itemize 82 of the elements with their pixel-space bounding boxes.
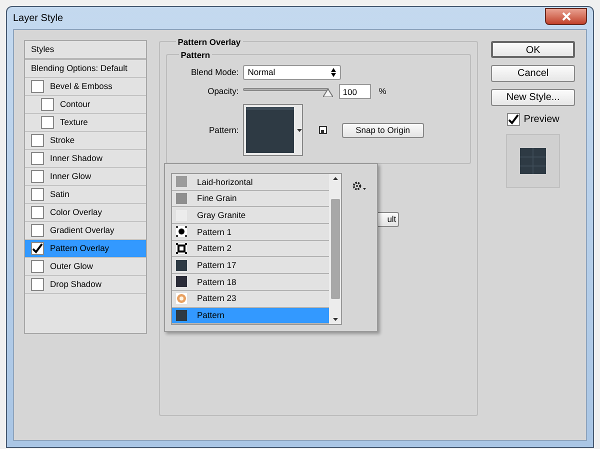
style-item[interactable]: Pattern Overlay	[25, 240, 146, 258]
field-label: Pattern:	[208, 124, 239, 136]
pattern-item[interactable]: Laid-horizontal	[172, 174, 329, 191]
opacity-field[interactable]: 100	[338, 84, 371, 99]
scroll-down-icon[interactable]	[332, 318, 338, 321]
pattern-item[interactable]: Pattern	[172, 308, 329, 324]
style-item[interactable]: Satin	[25, 186, 146, 204]
style-item[interactable]: Bevel & Emboss	[25, 78, 146, 96]
pattern-item[interactable]: Gray Granite	[172, 207, 329, 224]
snap-to-origin-button[interactable]: Snap to Origin	[342, 122, 424, 138]
field-label: Blend Mode:	[190, 66, 239, 79]
pattern-name: Pattern 2	[197, 244, 232, 253]
pattern-name: Pattern 23	[197, 294, 236, 303]
pattern-preview	[520, 148, 546, 174]
pattern-name: Pattern 18	[197, 278, 236, 286]
style-label: Contour	[60, 98, 90, 111]
style-label: Bevel & Emboss	[50, 80, 112, 93]
preview-label: Preview	[524, 113, 560, 127]
close-icon	[562, 12, 570, 20]
style-label: Texture	[60, 116, 88, 129]
pattern-name: Fine Grain	[197, 194, 237, 203]
scrollbar[interactable]	[329, 174, 341, 324]
style-item[interactable]: Gradient Overlay	[25, 222, 146, 240]
pattern-name: Gray Granite	[197, 210, 246, 220]
pattern-name: Pattern 1	[197, 228, 232, 236]
checkbox[interactable]	[41, 116, 54, 129]
style-item[interactable]: Inner Glow	[25, 168, 146, 186]
close-button[interactable]	[545, 8, 587, 24]
unit-label: %	[378, 85, 386, 98]
pattern-name: Pattern 17	[197, 261, 236, 270]
style-label: Satin	[50, 188, 70, 201]
checkbox[interactable]	[31, 278, 44, 291]
dialog-button[interactable]: Cancel	[491, 65, 576, 82]
checkbox[interactable]	[506, 113, 520, 126]
style-item[interactable]: Inner Shadow	[25, 150, 146, 168]
scroll-thumb[interactable]	[330, 199, 340, 299]
checkbox[interactable]	[31, 152, 44, 165]
slider-thumb[interactable]	[322, 88, 333, 96]
pattern-name: Laid-horizontal	[197, 178, 253, 186]
style-label: Drop Shadow	[50, 278, 102, 291]
style-label: Inner Shadow	[50, 152, 102, 165]
styles-header[interactable]: Styles	[25, 41, 146, 60]
checkbox[interactable]	[41, 98, 54, 111]
pattern-item[interactable]: Pattern 1	[172, 224, 329, 241]
style-label: Pattern Overlay	[50, 242, 110, 255]
stepper-icon	[330, 68, 336, 77]
style-item[interactable]: Drop Shadow	[25, 276, 146, 294]
group-title: Pattern Overlay	[176, 36, 243, 49]
blend-mode-select[interactable]: Normal	[242, 65, 341, 80]
style-item[interactable]: Stroke	[25, 132, 146, 150]
checkbox[interactable]	[31, 242, 44, 255]
field-label: Opacity:	[206, 85, 239, 98]
scroll-up-icon[interactable]	[332, 177, 338, 180]
checkbox[interactable]	[31, 80, 44, 93]
window-title: Layer Style	[13, 12, 64, 26]
checkbox[interactable]	[31, 260, 44, 273]
style-label: Gradient Overlay	[50, 224, 114, 237]
settings-icon[interactable]	[352, 181, 366, 191]
style-item[interactable]: Color Overlay	[25, 204, 146, 222]
style-item[interactable]: Texture	[25, 114, 146, 132]
pattern-item[interactable]: Pattern 2	[172, 240, 329, 258]
style-label: Stroke	[50, 134, 75, 147]
style-item[interactable]: Contour	[25, 96, 146, 114]
checkbox[interactable]	[31, 224, 44, 237]
style-label: Color Overlay	[50, 206, 102, 219]
checkbox[interactable]	[31, 170, 44, 183]
pattern-item[interactable]: Pattern 23	[172, 290, 329, 308]
pattern-item[interactable]: Fine Grain	[172, 190, 329, 208]
style-item[interactable]: Outer Glow	[25, 258, 146, 276]
pattern-picker-button[interactable]	[242, 104, 303, 156]
dialog-button[interactable]: New Style...	[491, 89, 576, 106]
style-label: Outer Glow	[50, 260, 93, 273]
dialog-button[interactable]: OK	[491, 41, 576, 58]
opacity-slider[interactable]	[242, 86, 335, 98]
style-label: Inner Glow	[50, 170, 92, 183]
checkbox[interactable]	[31, 134, 44, 147]
caret-icon	[296, 128, 302, 132]
pattern-item[interactable]: Pattern 17	[172, 257, 329, 274]
checkbox[interactable]	[31, 188, 44, 201]
pattern-name: Pattern	[197, 311, 224, 320]
pattern-item[interactable]: Pattern 18	[172, 274, 329, 291]
checkbox[interactable]	[31, 206, 44, 219]
